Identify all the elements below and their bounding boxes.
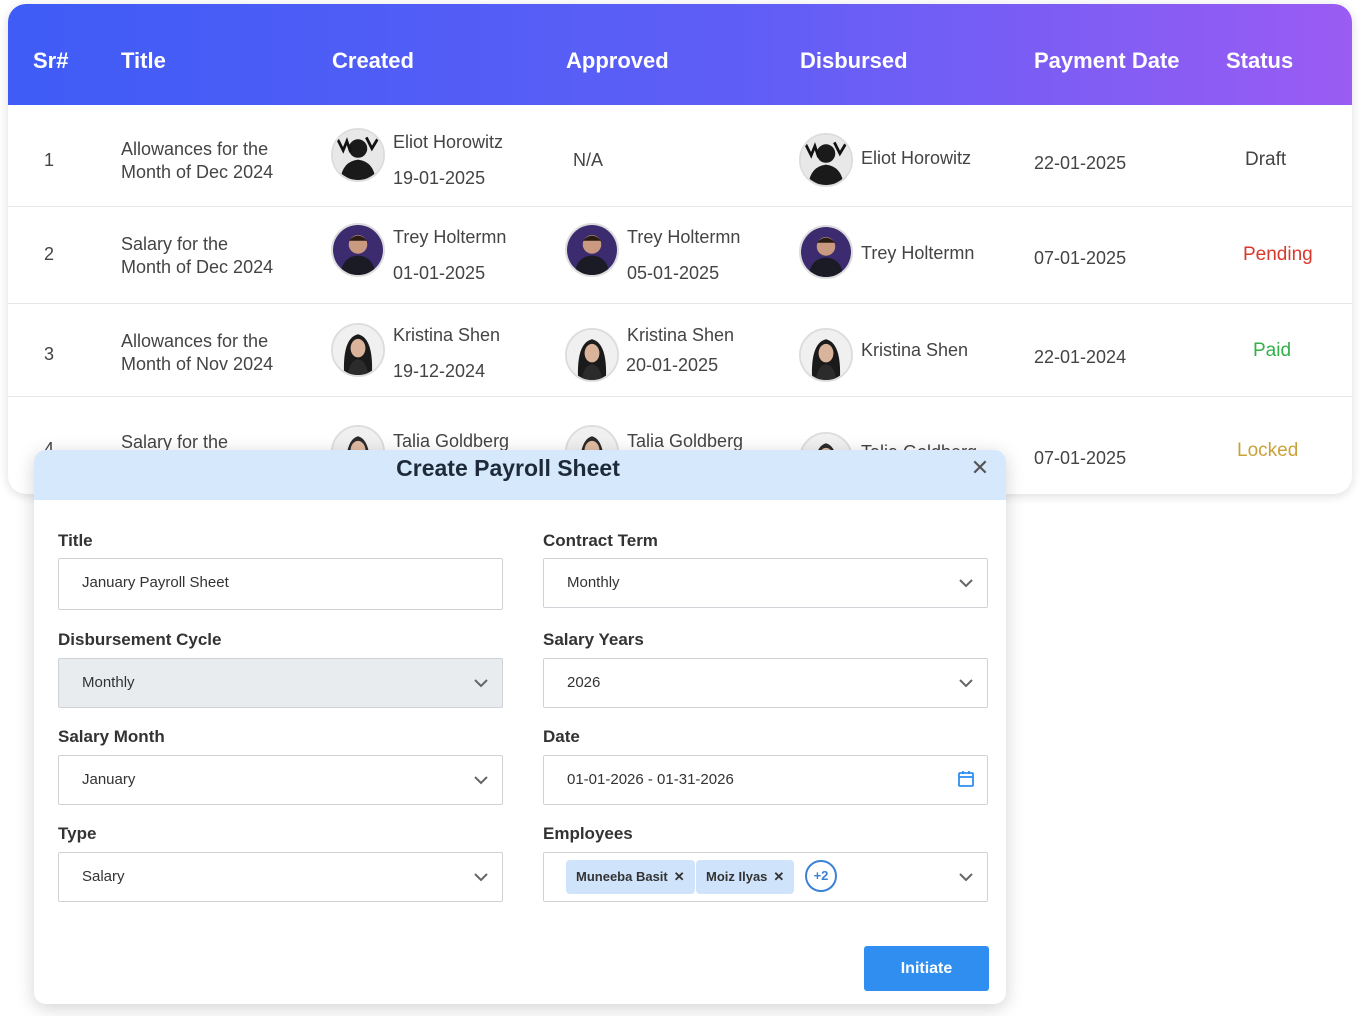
modal-header: Create Payroll Sheet ✕ <box>34 450 1006 500</box>
row-title-line: Month of Dec 2024 <box>121 162 274 182</box>
employee-tag-label: Moiz Ilyas <box>706 869 768 884</box>
person-date: 05-01-2025 <box>627 263 720 283</box>
type-label: Type <box>58 824 97 843</box>
person-name: Trey Holtermn <box>861 243 975 263</box>
salary-month-select[interactable]: January <box>58 755 503 805</box>
avatar <box>799 133 853 187</box>
employees-label: Employees <box>543 824 633 843</box>
person-name: Trey Holtermn <box>393 227 507 247</box>
title-input[interactable]: January Payroll Sheet <box>58 558 503 610</box>
avatar <box>331 223 385 277</box>
person-name: Kristina Shen <box>393 325 501 345</box>
initiate-button[interactable]: Initiate <box>864 946 989 991</box>
salary-years-value: 2026 <box>567 674 601 691</box>
payment-date: 07-01-2025 <box>1034 248 1127 268</box>
remove-tag-icon[interactable]: ✕ <box>674 869 685 884</box>
type-select[interactable]: Salary <box>58 852 503 902</box>
contract-term-label: Contract Term <box>543 531 658 550</box>
person-name: Talia Goldberg <box>627 431 744 451</box>
person-name: Kristina Shen <box>627 325 735 345</box>
person-name: Trey Holtermn <box>627 227 741 247</box>
status-badge: Paid <box>1253 340 1292 361</box>
row-title-line: Month of Dec 2024 <box>121 257 274 277</box>
payment-date: 07-01-2025 <box>1034 448 1127 468</box>
person-name: Talia Goldberg <box>393 431 510 451</box>
row-title: Allowances for the Month of Nov 2024 <box>121 330 273 376</box>
header-disbursed[interactable]: Disbursed <box>800 48 908 74</box>
avatar <box>799 225 853 279</box>
salary-month-value: January <box>82 771 136 788</box>
chevron-down-icon[interactable] <box>957 674 975 692</box>
person-name: Eliot Horowitz <box>393 132 504 152</box>
header-payment-date[interactable]: Payment Date <box>1034 48 1180 74</box>
person-date: 19-01-2025 <box>393 168 486 188</box>
date-range-value: 01-01-2026 - 01-31-2026 <box>567 771 734 788</box>
more-employees-badge[interactable]: +2 <box>805 860 837 892</box>
approved-text: N/A <box>573 150 604 170</box>
employee-tag[interactable]: Muneeba Basit ✕ <box>566 860 695 894</box>
header-sr[interactable]: Sr# <box>33 48 68 74</box>
table-header: Sr# Title Created Approved Disbursed Pay… <box>8 4 1352 105</box>
row-sr: 3 <box>44 344 55 364</box>
payment-date: 22-01-2024 <box>1034 347 1127 367</box>
table-row[interactable]: 3 Allowances for the Month of Nov 2024 K… <box>8 304 1352 397</box>
row-title-line: Month of Nov 2024 <box>121 354 274 374</box>
title-input-value: January Payroll Sheet <box>82 574 229 591</box>
modal-title: Create Payroll Sheet <box>396 455 620 481</box>
chevron-down-icon[interactable] <box>957 868 975 886</box>
disbursement-cycle-value: Monthly <box>82 674 135 691</box>
avatar <box>565 328 619 382</box>
calendar-icon[interactable] <box>957 770 975 788</box>
disbursement-cycle-select: Monthly <box>58 658 503 708</box>
chevron-down-icon <box>474 679 488 688</box>
date-range-input[interactable]: 01-01-2026 - 01-31-2026 <box>543 755 988 805</box>
avatar <box>331 323 385 377</box>
row-title-line: Allowances for the <box>121 139 269 159</box>
row-sr: 2 <box>44 244 55 264</box>
row-title-line: Salary for the <box>121 234 229 254</box>
chevron-down-icon[interactable] <box>957 574 975 592</box>
header-title[interactable]: Title <box>121 48 166 74</box>
row-sr: 1 <box>44 150 55 170</box>
date-label: Date <box>543 727 580 746</box>
payment-date: 22-01-2025 <box>1034 153 1127 173</box>
title-label: Title <box>58 531 93 550</box>
avatar <box>565 223 619 277</box>
employees-multiselect[interactable]: Muneeba Basit ✕ Moiz Ilyas ✕ +2 <box>543 852 988 902</box>
create-payroll-modal: Create Payroll Sheet ✕ Title January Pay… <box>34 450 1006 1004</box>
table-row[interactable]: 2 Salary for the Month of Dec 2024 Trey … <box>8 207 1352 304</box>
header-created[interactable]: Created <box>332 48 414 74</box>
salary-years-label: Salary Years <box>543 630 644 649</box>
salary-month-label: Salary Month <box>58 727 165 746</box>
row-title: Salary for the Month of Dec 2024 <box>121 233 273 279</box>
avatar <box>331 128 385 182</box>
remove-tag-icon[interactable]: ✕ <box>773 869 784 884</box>
chevron-down-icon[interactable] <box>472 771 490 789</box>
person-date: 01-01-2025 <box>393 263 486 283</box>
chevron-down-icon[interactable] <box>472 868 490 886</box>
header-approved[interactable]: Approved <box>566 48 669 74</box>
type-value: Salary <box>82 868 125 885</box>
avatar <box>799 328 853 382</box>
person-date: 19-12-2024 <box>393 361 486 381</box>
contract-term-value: Monthly <box>567 574 620 591</box>
person-name: Kristina Shen <box>861 340 969 360</box>
payroll-table: Sr# Title Created Approved Disbursed Pay… <box>8 4 1352 494</box>
person-name: Eliot Horowitz <box>861 148 972 168</box>
header-status[interactable]: Status <box>1226 48 1293 74</box>
status-badge: Locked <box>1237 440 1299 461</box>
row-title: Allowances for the Month of Dec 2024 <box>121 138 273 184</box>
employee-tag-label: Muneeba Basit <box>576 869 668 884</box>
disbursement-cycle-label: Disbursement Cycle <box>58 630 222 649</box>
row-title-line: Allowances for the <box>121 331 269 351</box>
employee-tag[interactable]: Moiz Ilyas ✕ <box>696 860 795 894</box>
status-badge: Pending <box>1243 244 1313 265</box>
person-date: 20-01-2025 <box>626 355 719 375</box>
contract-term-select[interactable]: Monthly <box>543 558 988 608</box>
close-icon[interactable]: ✕ <box>970 457 990 479</box>
status-badge: Draft <box>1245 149 1287 170</box>
table-row[interactable]: 1 Allowances for the Month of Dec 2024 E… <box>8 105 1352 207</box>
salary-years-select[interactable]: 2026 <box>543 658 988 708</box>
